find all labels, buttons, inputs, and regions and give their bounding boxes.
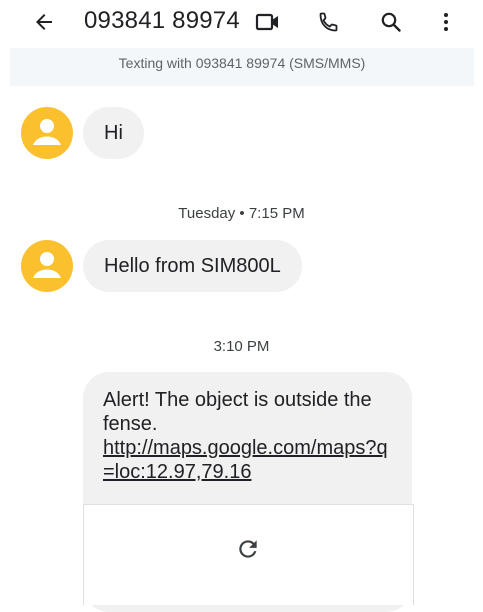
refresh-icon[interactable] xyxy=(234,535,262,563)
person-icon xyxy=(33,252,61,278)
message-text: Alert! The object is outside the fense. xyxy=(103,389,372,435)
link-preview-card[interactable] xyxy=(83,504,414,605)
message-text: Hello from SIM800L xyxy=(104,255,281,277)
message-timestamp: 3:10 PM xyxy=(213,338,270,355)
person-icon xyxy=(33,119,61,145)
back-arrow-icon[interactable] xyxy=(26,4,62,40)
message-bubble[interactable]: Hello from SIM800L xyxy=(83,240,302,292)
sms-info-banner: Texting with 093841 89974 (SMS/MMS) xyxy=(10,48,474,86)
more-vert-icon[interactable] xyxy=(428,4,464,40)
message-timestamp: Tuesday • 7:15 PM xyxy=(178,205,305,222)
search-icon[interactable] xyxy=(373,4,409,40)
message-body: Alert! The object is outside the fense. … xyxy=(103,388,398,484)
maps-link[interactable]: http://maps.google.com/maps?q=loc:12.97,… xyxy=(103,437,388,483)
message-text: Hi xyxy=(104,122,123,144)
message-bubble[interactable]: Hi xyxy=(83,107,144,159)
banner-text: Texting with 093841 89974 (SMS/MMS) xyxy=(118,55,366,71)
phone-icon[interactable] xyxy=(311,4,347,40)
avatar[interactable] xyxy=(21,107,73,159)
avatar[interactable] xyxy=(21,240,73,292)
top-app-bar: 093841 89974 xyxy=(0,0,483,44)
contact-title[interactable]: 093841 89974 xyxy=(84,7,240,35)
video-call-icon[interactable] xyxy=(250,4,286,40)
